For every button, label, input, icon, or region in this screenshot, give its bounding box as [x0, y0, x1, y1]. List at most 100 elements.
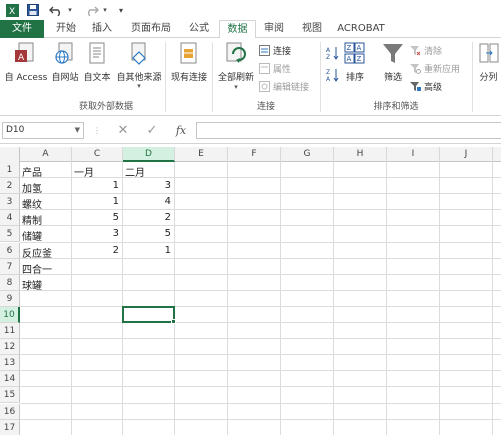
row-header-16[interactable]: 16: [0, 403, 20, 420]
tab-formulas[interactable]: 公式: [184, 20, 214, 38]
properties-button[interactable]: 属性: [259, 62, 291, 75]
cell-a4[interactable]: 精制: [22, 212, 42, 227]
column-header-e[interactable]: E: [175, 147, 228, 162]
column-header-f[interactable]: F: [228, 147, 281, 162]
row-header-5[interactable]: 5: [0, 226, 20, 243]
row-header-9[interactable]: 9: [0, 290, 20, 307]
connections-button[interactable]: 连接: [259, 44, 291, 57]
connections-icon: [259, 45, 270, 56]
svg-text:A: A: [326, 76, 331, 82]
row-header-15[interactable]: 15: [0, 387, 20, 404]
column-header-c[interactable]: C: [72, 147, 123, 162]
column-header-a[interactable]: A: [20, 147, 72, 162]
tab-page-layout[interactable]: 页面布局: [126, 20, 176, 38]
cell-c1[interactable]: 一月: [74, 164, 94, 179]
name-box[interactable]: D10 ▼: [2, 122, 84, 139]
from-text-button[interactable]: 自文本: [81, 42, 113, 83]
sort-az-icon: AZ: [326, 46, 340, 61]
refresh-icon: [225, 42, 247, 66]
row-header-14[interactable]: 14: [0, 371, 20, 388]
from-other-sources-button[interactable]: 自其他来源 ▾: [114, 42, 164, 90]
from-web-button[interactable]: 自网站: [50, 42, 80, 83]
column-header-i[interactable]: I: [387, 147, 440, 162]
cell-d3[interactable]: 4: [123, 196, 171, 207]
enter-icon[interactable]: ✓: [143, 122, 161, 139]
tab-data[interactable]: 数据: [219, 20, 256, 39]
column-header-d[interactable]: D: [123, 147, 175, 162]
tab-review[interactable]: 审阅: [259, 20, 289, 38]
column-header-j[interactable]: J: [440, 147, 493, 162]
refresh-all-button[interactable]: 全部刷新 ▾: [215, 42, 257, 91]
redo-dropdown-icon[interactable]: ▾: [101, 3, 109, 17]
svg-text:A: A: [347, 55, 352, 63]
customize-toolbar-icon[interactable]: ▾: [116, 3, 126, 17]
row-gridline: [20, 370, 501, 372]
cell-a2[interactable]: 加氢: [22, 180, 42, 195]
cell-a3[interactable]: 螺纹: [22, 196, 42, 211]
row-header-4[interactable]: 4: [0, 210, 20, 227]
cell-a7[interactable]: 四合一: [22, 261, 52, 276]
undo-icon[interactable]: [48, 3, 66, 17]
row-header-17[interactable]: 17: [0, 419, 20, 435]
refresh-all-label: 全部刷新: [217, 73, 254, 83]
cell-a8[interactable]: 球罐: [22, 277, 42, 292]
filter-button[interactable]: 筛选: [379, 42, 407, 83]
other-sources-icon: [128, 42, 150, 66]
tab-insert[interactable]: 插入: [88, 20, 116, 38]
formula-input[interactable]: [196, 122, 501, 139]
clear-filter-button[interactable]: 清除: [410, 44, 442, 57]
fill-handle[interactable]: [171, 318, 176, 324]
edit-links-button[interactable]: 编辑链接: [259, 80, 309, 93]
row-header-12[interactable]: 12: [0, 339, 20, 356]
cell-c4[interactable]: 5: [72, 212, 119, 223]
undo-dropdown-icon[interactable]: ▾: [66, 3, 74, 17]
row-header-11[interactable]: 11: [0, 323, 20, 340]
tab-file[interactable]: 文件: [0, 20, 44, 38]
column-header-g[interactable]: G: [281, 147, 334, 162]
cell-d6[interactable]: 1: [123, 245, 171, 256]
from-access-button[interactable]: A 自 Access: [4, 42, 48, 83]
tab-view[interactable]: 视图: [297, 20, 327, 38]
column-header-h[interactable]: H: [334, 147, 387, 162]
row-header-1[interactable]: 1: [0, 162, 20, 179]
name-box-dropdown-icon[interactable]: ▼: [75, 123, 80, 138]
row-header-3[interactable]: 3: [0, 194, 20, 211]
cell-c5[interactable]: 3: [72, 228, 119, 239]
properties-label: 属性: [273, 65, 292, 75]
cell-c6[interactable]: 2: [72, 245, 119, 256]
insert-function-icon[interactable]: fx: [172, 122, 190, 139]
tab-home[interactable]: 开始: [52, 20, 80, 38]
row-header-7[interactable]: 7: [0, 258, 20, 275]
row-header-2[interactable]: 2: [0, 178, 20, 195]
row-header-6[interactable]: 6: [0, 242, 20, 259]
row-header-10[interactable]: 10: [0, 306, 20, 323]
active-cell-d10[interactable]: [122, 305, 176, 324]
sort-button[interactable]: ZAAZ 排序: [341, 42, 369, 83]
cell-a1[interactable]: 产品: [22, 164, 42, 179]
text-to-columns-button[interactable]: 分列: [476, 42, 501, 83]
cell-d1[interactable]: 二月: [125, 164, 145, 179]
row-header-13[interactable]: 13: [0, 355, 20, 372]
existing-connections-button[interactable]: 现有连接: [169, 42, 209, 83]
cell-c3[interactable]: 1: [72, 196, 119, 207]
formula-bar-handle-icon[interactable]: ⋮: [88, 122, 106, 139]
cell-a5[interactable]: 储罐: [22, 228, 42, 243]
cancel-icon[interactable]: ✕: [114, 122, 132, 139]
tab-acrobat[interactable]: ACROBAT: [335, 20, 387, 38]
save-icon[interactable]: [26, 3, 40, 17]
svg-text:Z: Z: [326, 69, 330, 76]
cell-d2[interactable]: 3: [123, 180, 171, 191]
redo-icon[interactable]: [84, 3, 100, 17]
cell-a6[interactable]: 反应釜: [22, 245, 52, 260]
reapply-button[interactable]: 重新应用: [410, 62, 460, 75]
select-all-corner[interactable]: [0, 147, 20, 162]
cell-d4[interactable]: 2: [123, 212, 171, 223]
row-header-8[interactable]: 8: [0, 274, 20, 291]
cell-c2[interactable]: 1: [72, 180, 119, 191]
row-gridline: [20, 338, 501, 340]
advanced-filter-button[interactable]: 高级: [410, 80, 442, 93]
name-box-value: D10: [6, 125, 25, 135]
existing-connections-label: 现有连接: [170, 73, 207, 83]
cells-area[interactable]: 产品 一月 二月 加氢 1 3 螺纹 1 4 精制 5 2 储罐 3 5 反应釜 2 1 四合一 球罐: [20, 162, 501, 435]
cell-d5[interactable]: 5: [123, 228, 171, 239]
